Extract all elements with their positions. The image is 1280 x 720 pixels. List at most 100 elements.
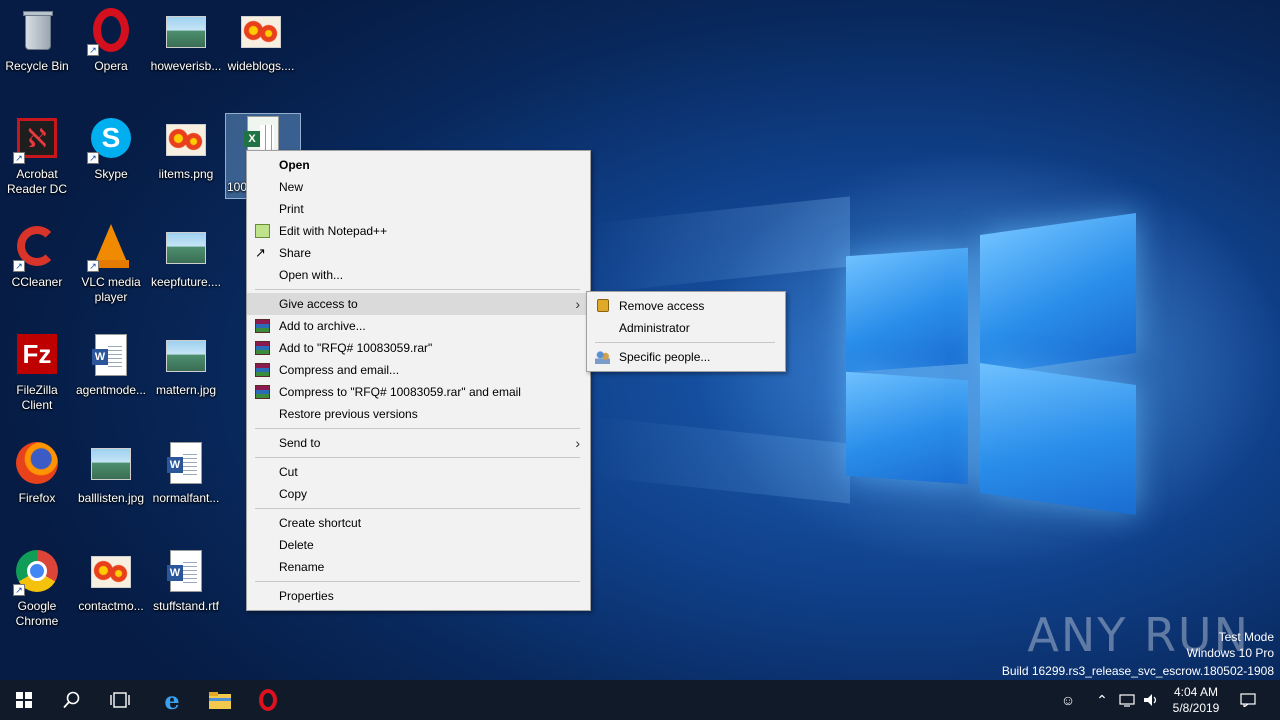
desktop-icon-label: balllisten.jpg [77,491,145,505]
menu-item-label: Add to "RFQ# 10083059.rar" [279,341,433,355]
ccleaner-icon: ↗ [13,224,61,272]
chevron-up-icon: ⌃ [1096,691,1108,708]
desktop-icon-stuffstand[interactable]: W stuffstand.rtf [149,548,223,614]
taskbar-file-explorer[interactable] [196,680,244,720]
give-access-submenu: Remove access Administrator Specific peo… [586,291,786,372]
clock[interactable]: 4:04 AM 5/8/2019 [1164,680,1228,720]
desktop-icon-label: wideblogs.... [227,59,295,73]
search-button[interactable] [48,680,96,720]
desktop-icon-wideblogs[interactable]: wideblogs.... [224,8,298,74]
desktop-icon-iitems[interactable]: iitems.png [149,116,223,182]
context-menu: Open New Print Edit with Notepad++ ↗ Sha… [246,150,591,611]
winrar-icon [255,363,270,377]
menu-item-restore-versions[interactable]: Restore previous versions [247,403,590,425]
menu-item-compress-rar-email[interactable]: Compress to "RFQ# 10083059.rar" and emai… [247,381,590,403]
menu-item-print[interactable]: Print [247,198,590,220]
network-button[interactable] [1116,680,1138,720]
winrar-icon [255,341,270,355]
action-center-button[interactable] [1234,680,1262,720]
word-file-icon: W [162,548,210,596]
desktop-icon-howeverisb[interactable]: howeverisb... [149,8,223,74]
acrobat-icon: ℵ ↗ [13,116,61,164]
desktop-icon-ccleaner[interactable]: ↗ CCleaner [0,224,74,290]
desktop-icon-firefox[interactable]: Firefox [0,440,74,506]
recycle-bin-icon [13,8,61,56]
shortcut-arrow-icon: ↗ [13,584,25,596]
menu-item-add-archive[interactable]: Add to archive... [247,315,590,337]
build-label: Build 16299.rs3_release_svc_escrow.18050… [1001,664,1274,678]
desktop-icon-opera[interactable]: ↗ Opera [74,8,148,74]
test-mode-label: Test Mode [1218,630,1274,644]
desktop-icon-vlc[interactable]: ↗ VLC media player [74,224,148,305]
volume-icon [1144,694,1157,706]
menu-item-open[interactable]: Open [247,154,590,176]
desktop-icon-filezilla[interactable]: Fz FileZilla Client [0,332,74,413]
menu-item-rename[interactable]: Rename [247,556,590,578]
menu-item-label: Edit with Notepad++ [279,224,388,238]
menu-item-compress-email[interactable]: Compress and email... [247,359,590,381]
menu-item-label: Give access to [279,297,358,311]
vlc-icon: ↗ [87,224,135,272]
menu-separator [595,342,775,343]
menu-item-delete[interactable]: Delete [247,534,590,556]
desktop-icon-keepfuture[interactable]: keepfuture.... [149,224,223,290]
desktop-icon-label: normalfant... [152,491,220,505]
notepadpp-icon [255,224,270,238]
image-file-icon [87,548,135,596]
menu-item-give-access[interactable]: Give access to › [247,293,590,315]
menu-item-copy[interactable]: Copy [247,483,590,505]
image-file-icon [162,8,210,56]
menu-separator [255,289,580,290]
shortcut-arrow-icon: ↗ [13,152,25,164]
menu-item-cut[interactable]: Cut [247,461,590,483]
edge-icon: e [164,685,180,715]
people-icon [595,350,610,364]
menu-item-add-rar[interactable]: Add to "RFQ# 10083059.rar" [247,337,590,359]
desktop-icon-mattern[interactable]: mattern.jpg [149,332,223,398]
folder-icon [209,692,231,709]
submenu-item-administrator[interactable]: Administrator [587,317,785,339]
desktop-icon-contactmo[interactable]: contactmo... [74,548,148,614]
desktop-icon-label: FileZilla Client [16,383,58,412]
taskbar-opera[interactable] [244,680,292,720]
menu-item-send-to[interactable]: Send to › [247,432,590,454]
menu-item-label: Remove access [619,299,705,313]
task-view-button[interactable] [96,680,144,720]
menu-item-open-with[interactable]: Open with... [247,264,590,286]
desktop-icon-acrobat[interactable]: ℵ ↗ Acrobat Reader DC [0,116,74,197]
desktop-icon-balllisten[interactable]: balllisten.jpg [74,440,148,506]
notification-icon [1240,693,1256,707]
menu-item-new[interactable]: New [247,176,590,198]
desktop-icon-agentmode[interactable]: W agentmode... [74,332,148,398]
desktop-icon-normalfant[interactable]: W normalfant... [149,440,223,506]
submenu-item-specific-people[interactable]: Specific people... [587,346,785,368]
desktop-icon-skype[interactable]: S ↗ Skype [74,116,148,182]
menu-item-label: Add to archive... [279,319,366,333]
menu-item-label: Send to [279,436,321,450]
menu-separator [255,508,580,509]
menu-item-share[interactable]: ↗ Share [247,242,590,264]
word-file-icon: W [87,332,135,380]
desktop-icon-chrome[interactable]: ↗ Google Chrome [0,548,74,629]
volume-button[interactable] [1140,680,1162,720]
start-button[interactable] [0,680,48,720]
network-icon [1119,694,1135,707]
submenu-item-remove-access[interactable]: Remove access [587,295,785,317]
menu-item-properties[interactable]: Properties [247,585,590,607]
taskbar-edge[interactable]: e [148,680,196,720]
windows-start-icon [16,692,32,708]
desktop-icon-label: Acrobat Reader DC [6,167,68,196]
taskbar: e ☺ ⌃ 4:04 AM 5/8/2019 [0,680,1280,720]
desktop-icon-label: howeverisb... [150,59,222,73]
word-file-icon: W [162,440,210,488]
desktop-icon-label: Skype [94,167,128,181]
image-file-icon [162,224,210,272]
menu-item-edit-notepadpp[interactable]: Edit with Notepad++ [247,220,590,242]
desktop-icon-label: VLC media player [81,275,141,304]
show-hidden-icons-button[interactable]: ⌃ [1092,680,1112,720]
menu-item-create-shortcut[interactable]: Create shortcut [247,512,590,534]
desktop-icon-recycle-bin[interactable]: Recycle Bin [0,8,74,74]
desktop-icon-label: iitems.png [158,167,214,181]
people-button[interactable]: ☺ [1056,680,1080,720]
clock-date: 5/8/2019 [1172,701,1220,715]
